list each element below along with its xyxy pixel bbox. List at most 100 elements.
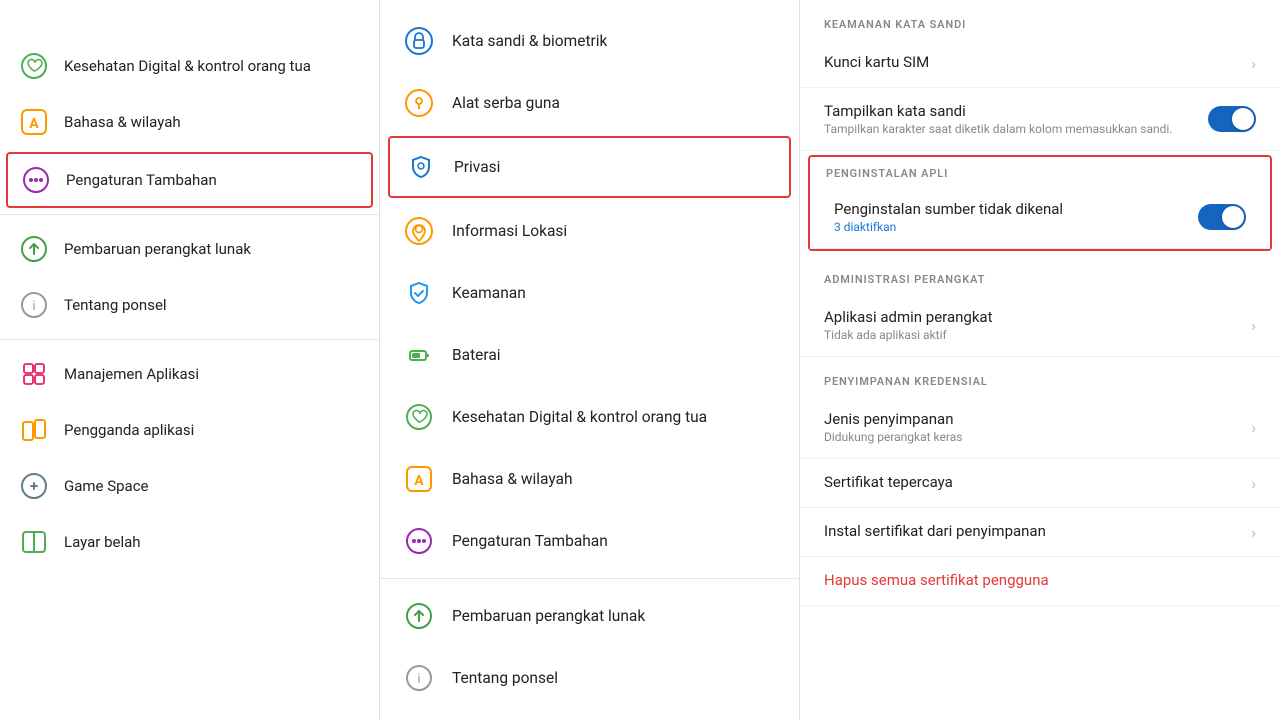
divider — [0, 214, 379, 215]
chevron-jenis-penyimpanan: › — [1251, 418, 1256, 437]
mid-item-alat-serba[interactable]: Alat serba guna — [380, 72, 799, 134]
location-orange-icon — [404, 88, 434, 118]
item-title-sertifikat-tepercaya: Sertifikat tepercaya — [824, 473, 1241, 491]
battery-icon — [404, 340, 434, 370]
left-item-about-phone[interactable]: iTentang ponsel — [0, 277, 379, 333]
mid-item-kesehatan[interactable]: Kesehatan Digital & kontrol orang tua — [380, 386, 799, 448]
right-item-sertifikat-tepercaya[interactable]: Sertifikat tepercaya› — [800, 459, 1280, 508]
section-header-keamanan-kata-sandi: KEAMANAN KATA SANDI — [800, 0, 1280, 39]
mid-item-label-pembaruan: Pembaruan perangkat lunak — [452, 607, 645, 625]
section-header-penyimpanan-kredensial: PENYIMPANAN KREDENSIAL — [800, 357, 1280, 396]
section-keamanan-kata-sandi: KEAMANAN KATA SANDIKunci kartu SIM›Tampi… — [800, 0, 1280, 151]
toggle-knob-sumber-tidak-dikenal — [1222, 206, 1244, 228]
info-icon: i — [404, 663, 434, 693]
mid-item-kata-sandi[interactable]: Kata sandi & biometrik — [380, 10, 799, 72]
item-title-admin-perangkat: Aplikasi admin perangkat — [824, 308, 1241, 326]
A-icon: A — [404, 464, 434, 494]
heart-icon — [20, 52, 48, 80]
left-item-label-software-update: Pembaruan perangkat lunak — [64, 240, 251, 258]
mid-item-tentang[interactable]: i Tentang ponsel — [380, 647, 799, 709]
mid-item-pengaturan[interactable]: Pengaturan Tambahan — [380, 510, 799, 572]
right-item-tampilkan-sandi[interactable]: Tampilkan kata sandi Tampilkan karakter s… — [800, 88, 1280, 151]
section-administrasi-perangkat: ADMINISTRASI PERANGKATAplikasi admin per… — [800, 255, 1280, 357]
mid-item-baterai[interactable]: Baterai — [380, 324, 799, 386]
split-icon — [20, 528, 48, 556]
svg-text:A: A — [414, 473, 424, 489]
mid-item-label-kata-sandi: Kata sandi & biometrik — [452, 32, 607, 50]
left-item-game-space[interactable]: Game Space — [0, 458, 379, 514]
mid-item-label-baterai: Baterai — [452, 346, 501, 364]
game-icon — [20, 472, 48, 500]
mid-item-label-tentang: Tentang ponsel — [452, 669, 558, 687]
mid-item-privasi[interactable]: Privasi — [388, 136, 791, 198]
dots-icon — [22, 166, 50, 194]
shield-blue-icon — [406, 152, 436, 182]
left-item-language[interactable]: A Bahasa & wilayah — [0, 94, 379, 150]
section-header-penginstalan-apli: PENGINSTALAN APLI — [810, 157, 1270, 186]
item-sub-sumber-tidak-dikenal: 3 diaktifkan — [834, 220, 1188, 234]
svg-text:A: A — [29, 116, 39, 132]
toggle-tampilkan-sandi[interactable] — [1208, 106, 1256, 132]
mid-item-pembaruan[interactable]: Pembaruan perangkat lunak — [380, 585, 799, 647]
mid-panel: Kata sandi & biometrik Alat serba guna Pri… — [380, 0, 800, 720]
chevron-admin-perangkat: › — [1251, 316, 1256, 335]
right-item-sumber-tidak-dikenal[interactable]: Penginstalan sumber tidak dikenal 3 diakt… — [810, 186, 1270, 249]
left-item-extra-settings[interactable]: Pengaturan Tambahan — [6, 152, 373, 208]
mid-item-label-privasi: Privasi — [454, 158, 500, 176]
left-item-label-digital-health: Kesehatan Digital & kontrol orang tua — [64, 57, 311, 75]
item-sub-tampilkan-sandi: Tampilkan karakter saat diketik dalam ko… — [824, 122, 1198, 136]
toggle-knob-tampilkan-sandi — [1232, 108, 1254, 130]
clone-icon — [20, 416, 48, 444]
right-item-hapus-sertifikat[interactable]: Hapus semua sertifikat pengguna — [800, 557, 1280, 606]
up-icon — [20, 235, 48, 263]
heart-icon — [404, 402, 434, 432]
right-item-instal-sertifikat[interactable]: Instal sertifikat dari penyimpanan › — [800, 508, 1280, 557]
item-title-instal-sertifikat: Instal sertifikat dari penyimpanan — [824, 522, 1241, 540]
page-title — [0, 10, 379, 38]
left-item-label-split-screen: Layar belah — [64, 533, 141, 551]
shield-icon — [404, 278, 434, 308]
grid-icon — [20, 360, 48, 388]
left-panel: Kesehatan Digital & kontrol orang tua A Ba… — [0, 0, 380, 720]
left-item-label-about-phone: Tentang ponsel — [64, 296, 167, 314]
toggle-sumber-tidak-dikenal[interactable] — [1198, 204, 1246, 230]
left-items-container: Kesehatan Digital & kontrol orang tua A Ba… — [0, 38, 379, 570]
item-title-kunci-sim: Kunci kartu SIM — [824, 53, 1241, 71]
mid-items-container: Kata sandi & biometrik Alat serba guna Pri… — [380, 10, 799, 709]
item-sub-jenis-penyimpanan: Didukung perangkat keras — [824, 430, 1241, 444]
left-item-label-extra-settings: Pengaturan Tambahan — [66, 171, 217, 189]
left-item-label-app-cloner: Pengganda aplikasi — [64, 421, 194, 439]
mid-item-lokasi[interactable]: Informasi Lokasi — [380, 200, 799, 262]
item-title-jenis-penyimpanan: Jenis penyimpanan — [824, 410, 1241, 428]
mid-item-keamanan[interactable]: Keamanan — [380, 262, 799, 324]
mid-item-label-pengaturan: Pengaturan Tambahan — [452, 532, 608, 550]
mid-item-label-bahasa: Bahasa & wilayah — [452, 470, 573, 488]
left-item-label-game-space: Game Space — [64, 477, 149, 495]
left-item-app-cloner[interactable]: Pengganda aplikasi — [0, 402, 379, 458]
item-title-hapus-sertifikat: Hapus semua sertifikat pengguna — [824, 571, 1256, 589]
right-item-kunci-sim[interactable]: Kunci kartu SIM› — [800, 39, 1280, 88]
location-icon — [404, 216, 434, 246]
section-penyimpanan-kredensial: PENYIMPANAN KREDENSIAL Jenis penyimpanan D… — [800, 357, 1280, 606]
left-item-split-screen[interactable]: Layar belah — [0, 514, 379, 570]
item-title-sumber-tidak-dikenal: Penginstalan sumber tidak dikenal — [834, 200, 1188, 218]
up-icon — [404, 601, 434, 631]
left-item-digital-health[interactable]: Kesehatan Digital & kontrol orang tua — [0, 38, 379, 94]
section-header-administrasi-perangkat: ADMINISTRASI PERANGKAT — [800, 255, 1280, 294]
dots-icon — [404, 526, 434, 556]
mid-item-label-lokasi: Informasi Lokasi — [452, 222, 567, 240]
right-item-jenis-penyimpanan[interactable]: Jenis penyimpanan Didukung perangkat kera… — [800, 396, 1280, 459]
left-item-label-language: Bahasa & wilayah — [64, 113, 181, 131]
right-item-admin-perangkat[interactable]: Aplikasi admin perangkatTidak ada aplika… — [800, 294, 1280, 357]
mid-item-bahasa[interactable]: A Bahasa & wilayah — [380, 448, 799, 510]
right-sections-container: KEAMANAN KATA SANDIKunci kartu SIM›Tampi… — [800, 0, 1280, 606]
item-title-tampilkan-sandi: Tampilkan kata sandi — [824, 102, 1198, 120]
left-item-software-update[interactable]: Pembaruan perangkat lunak — [0, 221, 379, 277]
mid-divider — [380, 578, 799, 579]
divider — [0, 339, 379, 340]
mid-item-label-alat-serba: Alat serba guna — [452, 94, 560, 112]
chevron-instal-sertifikat: › — [1251, 523, 1256, 542]
A-icon: A — [20, 108, 48, 136]
left-item-app-management[interactable]: Manajemen Aplikasi — [0, 346, 379, 402]
lock-icon — [404, 26, 434, 56]
